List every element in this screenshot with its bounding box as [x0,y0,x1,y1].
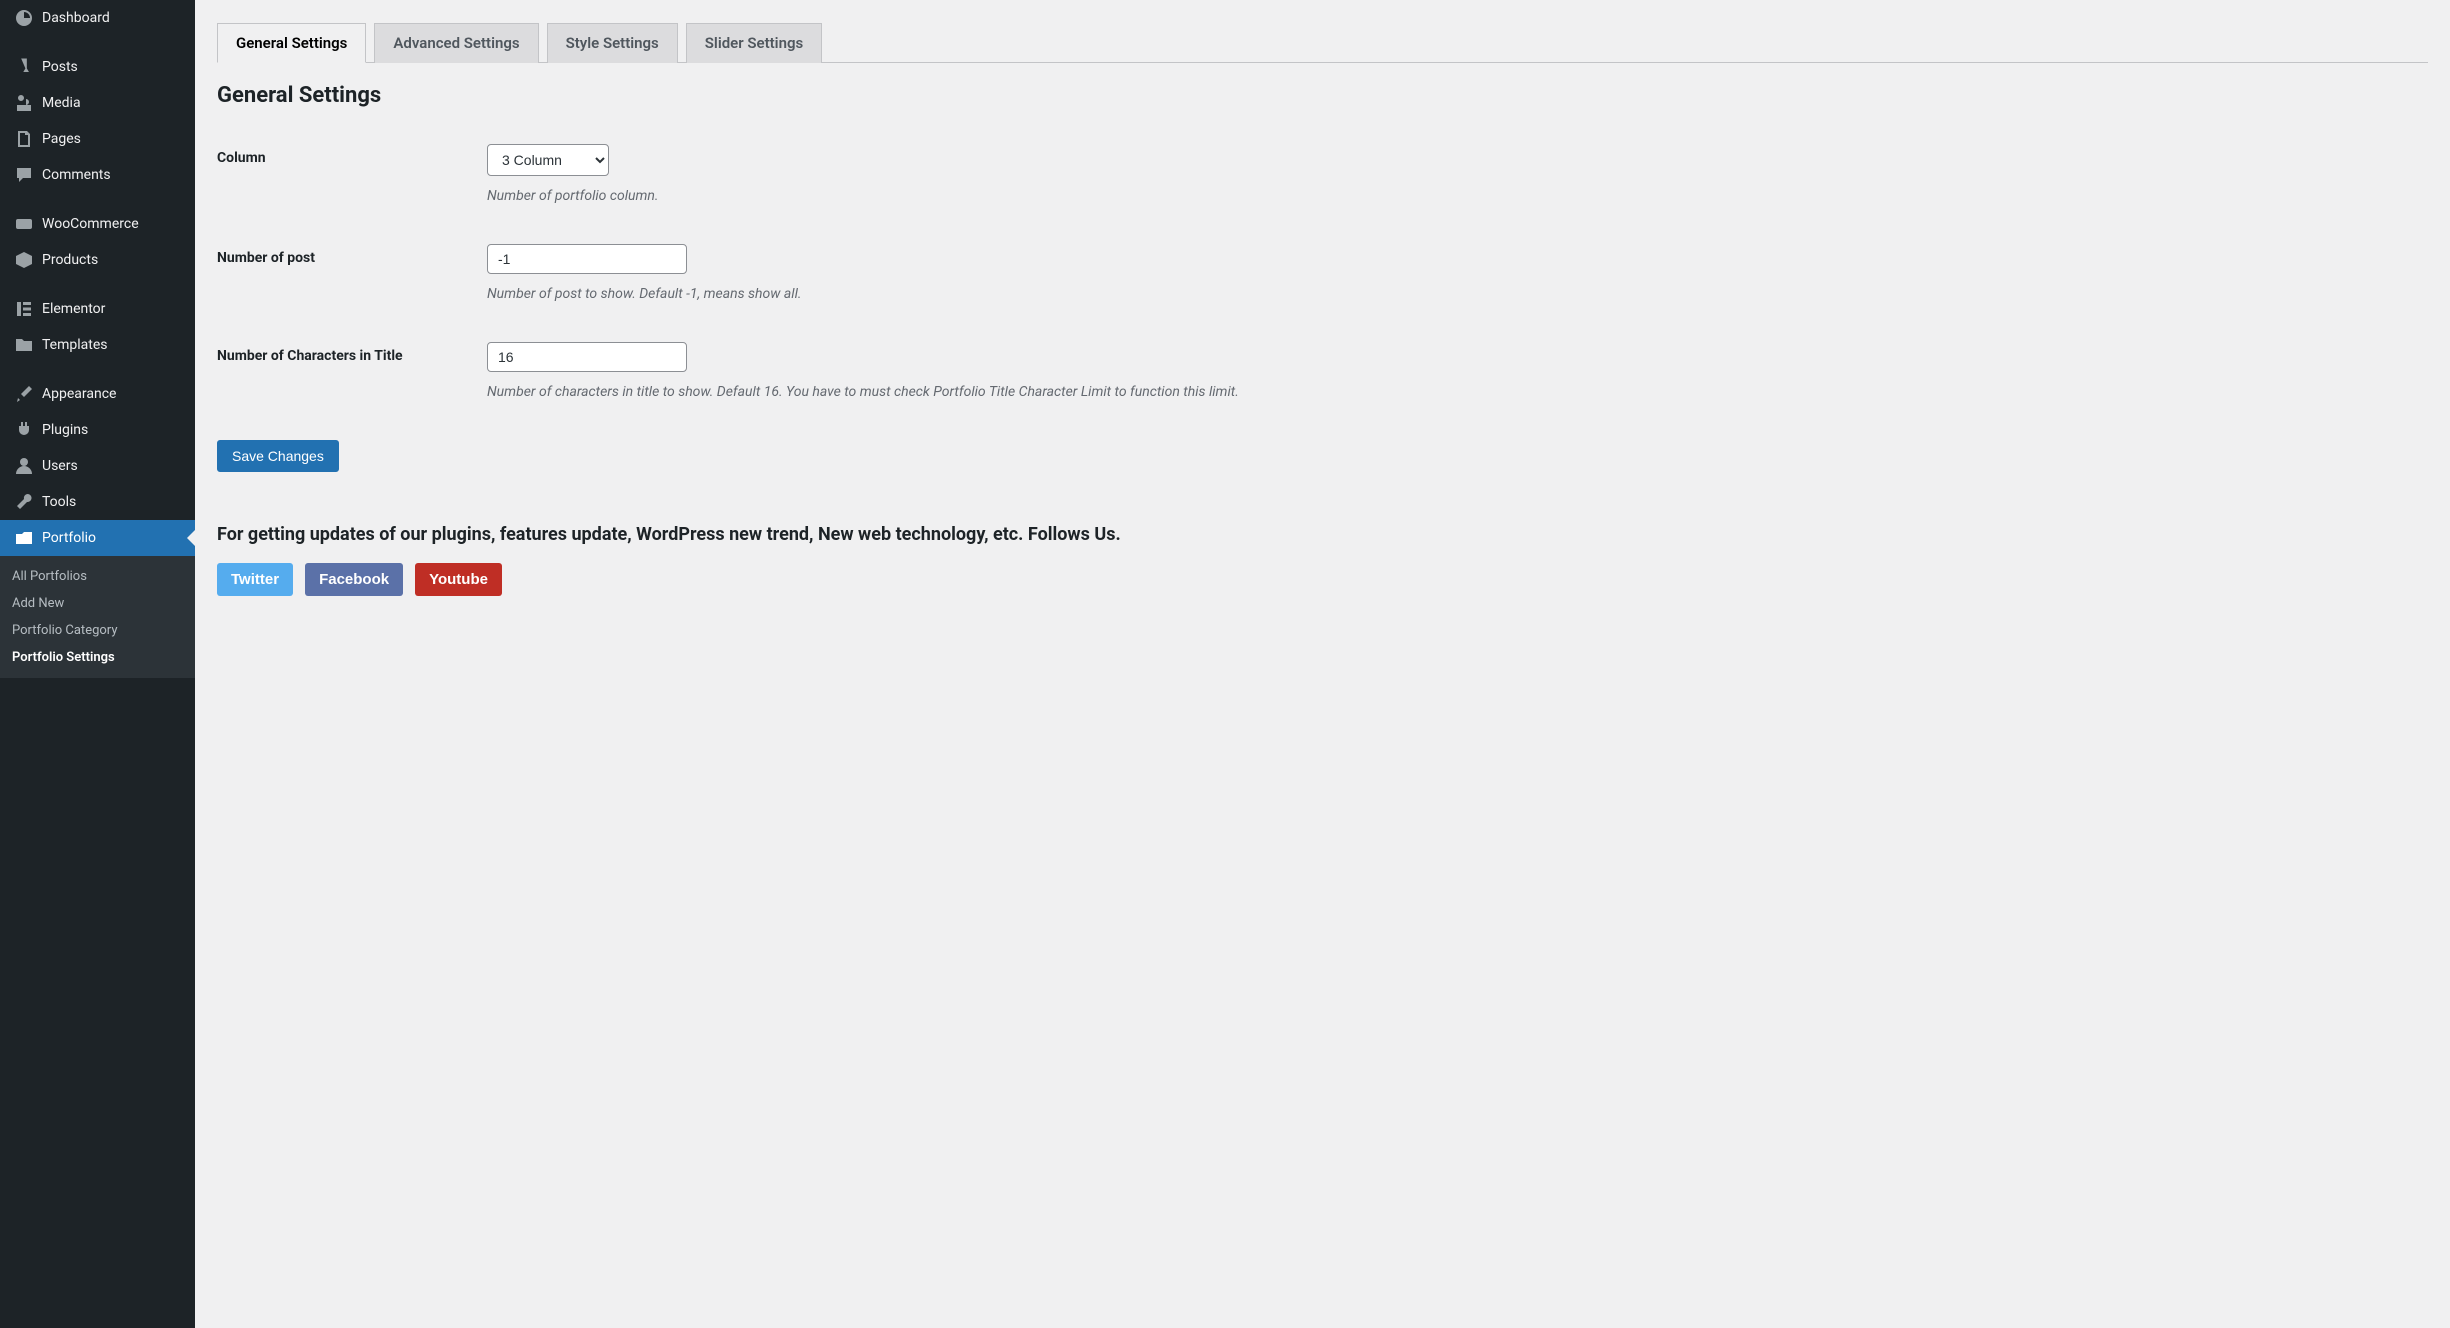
follow-heading: For getting updates of our plugins, feat… [217,524,2428,545]
sidebar-item-woocommerce[interactable]: WooCommerce [0,206,195,242]
tab-general-settings[interactable]: General Settings [217,23,366,63]
submenu-item-all-portfolios[interactable]: All Portfolios [0,563,195,590]
social-links: Twitter Facebook Youtube [217,563,2428,596]
sidebar-item-label: Users [42,458,78,474]
sidebar-item-label: WooCommerce [42,216,139,232]
save-button[interactable]: Save Changes [217,440,339,472]
sidebar-item-label: Dashboard [42,10,110,26]
chars-input[interactable] [487,342,687,372]
sidebar-item-products[interactable]: Products [0,242,195,278]
wrench-icon [14,492,34,512]
page-icon [14,129,34,149]
chars-hint: Number of characters in title to show. D… [487,384,2428,400]
tab-style-settings[interactable]: Style Settings [547,23,678,63]
brush-icon [14,384,34,404]
menu-separator [0,40,195,45]
sidebar-item-label: Elementor [42,301,105,317]
plug-icon [14,420,34,440]
sidebar-item-appearance[interactable]: Appearance [0,376,195,412]
sidebar-item-plugins[interactable]: Plugins [0,412,195,448]
posts-label: Number of post [217,244,487,266]
sidebar-item-label: Products [42,252,98,268]
settings-tabs: General Settings Advanced Settings Style… [217,22,2428,63]
sidebar-item-users[interactable]: Users [0,448,195,484]
pin-icon [14,57,34,77]
menu-separator [0,367,195,372]
media-icon [14,93,34,113]
sidebar-item-label: Portfolio [42,530,96,546]
sidebar-item-label: Appearance [42,386,116,402]
sidebar-item-label: Comments [42,167,111,183]
twitter-button[interactable]: Twitter [217,563,293,596]
submenu-item-portfolio-category[interactable]: Portfolio Category [0,617,195,644]
sidebar-item-templates[interactable]: Templates [0,327,195,363]
sidebar-item-posts[interactable]: Posts [0,49,195,85]
facebook-button[interactable]: Facebook [305,563,403,596]
admin-sidebar: Dashboard Posts Media Pages Commen [0,0,195,1328]
elementor-icon [14,299,34,319]
posts-hint: Number of post to show. Default -1, mean… [487,286,2428,302]
main-content: General Settings Advanced Settings Style… [195,0,2450,1328]
chars-label: Number of Characters in Title [217,342,487,364]
portfolio-icon [14,528,34,548]
column-hint: Number of portfolio column. [487,188,2428,204]
sidebar-item-pages[interactable]: Pages [0,121,195,157]
menu-separator [0,197,195,202]
sidebar-item-comments[interactable]: Comments [0,157,195,193]
sidebar-item-label: Plugins [42,422,88,438]
sidebar-item-label: Media [42,95,81,111]
folder-icon [14,335,34,355]
tab-slider-settings[interactable]: Slider Settings [686,23,822,63]
menu-separator [0,282,195,287]
sidebar-item-elementor[interactable]: Elementor [0,291,195,327]
tab-advanced-settings[interactable]: Advanced Settings [374,23,538,63]
portfolio-submenu: All Portfolios Add New Portfolio Categor… [0,556,195,678]
sidebar-item-label: Tools [42,494,76,510]
form-row-column: Column 3 Column Number of portfolio colu… [217,144,2428,204]
user-icon [14,456,34,476]
submenu-item-add-new[interactable]: Add New [0,590,195,617]
woocommerce-icon [14,214,34,234]
submenu-item-portfolio-settings[interactable]: Portfolio Settings [0,644,195,671]
form-row-chars: Number of Characters in Title Number of … [217,342,2428,400]
posts-input[interactable] [487,244,687,274]
sidebar-item-dashboard[interactable]: Dashboard [0,0,195,36]
youtube-button[interactable]: Youtube [415,563,502,596]
products-icon [14,250,34,270]
form-row-posts: Number of post Number of post to show. D… [217,244,2428,302]
sidebar-item-media[interactable]: Media [0,85,195,121]
column-select[interactable]: 3 Column [487,144,609,176]
sidebar-item-tools[interactable]: Tools [0,484,195,520]
sidebar-item-label: Templates [42,337,108,353]
sidebar-item-portfolio[interactable]: Portfolio [0,520,195,556]
column-label: Column [217,144,487,166]
sidebar-item-label: Pages [42,131,81,147]
sidebar-item-label: Posts [42,59,78,75]
dashboard-icon [14,8,34,28]
page-title: General Settings [217,83,2428,108]
comment-icon [14,165,34,185]
